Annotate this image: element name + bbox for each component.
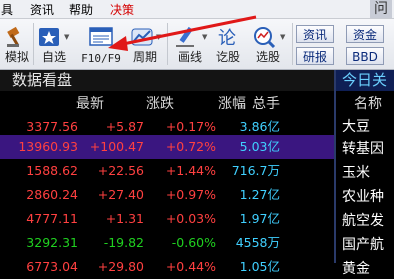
annotation-arrow — [108, 15, 257, 51]
header-latest[interactable]: 最新 — [36, 93, 104, 113]
cell-pct: +0.44% — [165, 259, 216, 274]
star-list-icon — [39, 28, 59, 46]
research-button[interactable]: 研报 — [296, 47, 334, 65]
cell-pct: +0.97% — [165, 187, 216, 202]
cell-volume: 5.03亿 — [239, 139, 280, 154]
simulate-button[interactable]: 模拟 — [2, 21, 32, 67]
news-button[interactable]: 资讯 — [296, 25, 334, 43]
bbd-button[interactable]: BBD — [346, 47, 384, 65]
list-item[interactable]: 航空发 — [342, 210, 384, 230]
watchlist-label: 自选 — [41, 50, 66, 64]
header-change[interactable]: 涨跌 — [110, 93, 174, 113]
cell-pct: +0.72% — [165, 139, 216, 154]
cell-volume: 1.97亿 — [239, 211, 280, 226]
cell-change: +1.31 — [105, 211, 144, 226]
header-volume[interactable]: 总手 — [248, 93, 280, 113]
gavel-icon — [7, 26, 20, 47]
data-board-panel: 数据看盘 最新 涨跌 涨幅 总手 3377.56 +5.87 +0.17% 3.… — [0, 70, 334, 274]
cell-change: -19.82 — [103, 235, 144, 250]
cell-change: +100.47 — [89, 139, 144, 154]
cell-volume: 4558万 — [235, 235, 280, 250]
list-item[interactable]: 玉米 — [342, 162, 370, 182]
table-row[interactable]: 1588.62 +22.56 +1.44% 716.7万 — [0, 159, 334, 183]
menu-item-news[interactable]: 资讯 — [30, 1, 54, 18]
cell-latest: 4777.11 — [26, 211, 78, 226]
table-row[interactable]: 3292.31 -19.82 -0.60% 4558万 — [0, 231, 334, 255]
panel-title: 数据看盘 — [0, 70, 334, 91]
cell-volume: 1.05亿 — [239, 259, 280, 274]
app-logo: 问 — [370, 0, 392, 18]
cell-latest: 1588.62 — [26, 163, 78, 178]
menu-item-help[interactable]: 帮助 — [69, 1, 93, 18]
toolbar-separator — [33, 23, 34, 65]
chevron-down-icon[interactable]: ▼ — [280, 33, 285, 41]
header-name[interactable]: 名称 — [354, 93, 382, 113]
menu-item-tools[interactable]: 具 — [1, 1, 13, 18]
cell-pct: +0.03% — [165, 211, 216, 226]
cell-latest: 6773.04 — [26, 259, 78, 274]
cell-volume: 1.27亿 — [239, 187, 280, 202]
table-row[interactable]: 4777.11 +1.31 +0.03% 1.97亿 — [0, 207, 334, 231]
table-row[interactable]: 2860.24 +27.40 +0.97% 1.27亿 — [0, 183, 334, 207]
list-item[interactable]: 农业种 — [342, 186, 384, 206]
list-item[interactable]: 国产航 — [342, 234, 384, 254]
cell-pct: -0.60% — [171, 235, 216, 250]
table-row[interactable]: 6773.04 +29.80 +0.44% 1.05亿 — [0, 255, 334, 279]
toolbar-separator — [292, 23, 293, 65]
watchlist-button[interactable]: ▼ 自选 — [36, 21, 72, 67]
chevron-down-icon[interactable]: ▼ — [64, 33, 69, 41]
funds-button[interactable]: 资金 — [346, 25, 384, 43]
today-focus-title: 今日关 — [336, 70, 394, 91]
cell-change: +27.40 — [97, 187, 144, 202]
list-item[interactable]: 转基因 — [342, 138, 384, 158]
cell-pct: +1.44% — [165, 163, 216, 178]
simulate-label: 模拟 — [4, 50, 29, 64]
cell-change: +22.56 — [97, 163, 144, 178]
cell-volume: 716.7万 — [231, 163, 280, 178]
today-focus-panel: 今日关 名称 大豆 转基因 玉米 农业种 航空发 国产航 黄金 — [336, 70, 394, 277]
header-pct[interactable]: 涨幅 — [180, 93, 246, 113]
cell-latest: 3292.31 — [26, 235, 78, 250]
list-item[interactable]: 大豆 — [342, 116, 370, 136]
cell-latest: 13960.93 — [18, 139, 78, 154]
cell-change: +29.80 — [97, 259, 144, 274]
table-row-selected[interactable]: 13960.93 +100.47 +0.72% 5.03亿 — [0, 135, 334, 159]
cell-latest: 2860.24 — [26, 187, 78, 202]
list-item[interactable]: 黄金 — [342, 258, 370, 278]
